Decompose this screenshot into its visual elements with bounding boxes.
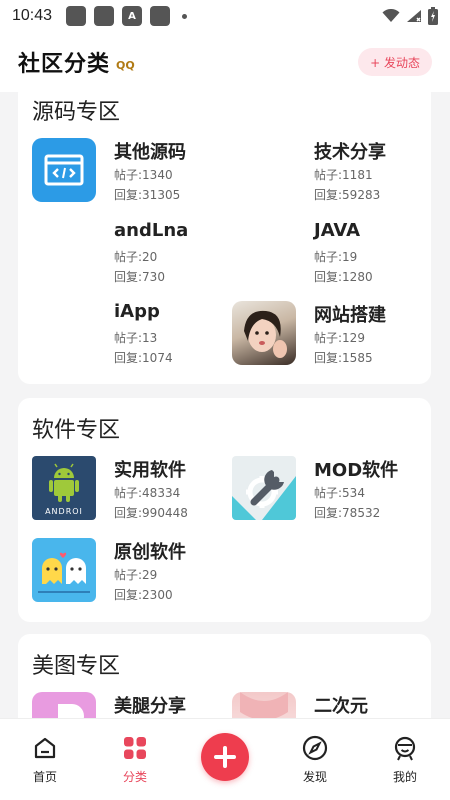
battery-icon — [428, 7, 438, 25]
post-count: 帖子:534 — [314, 486, 365, 500]
section-title: 源码专区 — [32, 100, 121, 125]
category-name: iApp — [114, 301, 160, 322]
section-card-source: 源码专区 其他源码 帖子:1340 回复:31305 技术分享 帖子:1181 … — [18, 92, 431, 384]
category-name: andLna — [114, 220, 189, 241]
post-count: 帖子:129 — [314, 331, 365, 345]
post-count: 帖子:1181 — [314, 168, 373, 182]
create-post-button[interactable] — [201, 733, 249, 781]
category-name: MOD软件 — [314, 460, 399, 481]
nav-home[interactable]: 首页 — [10, 735, 80, 785]
nav-category[interactable]: 分类 — [100, 735, 170, 785]
section-title: 美图专区 — [32, 654, 121, 679]
category-name: 网站搭建 — [314, 305, 386, 326]
category-name: JAVA — [314, 220, 361, 241]
category-icon — [124, 737, 146, 759]
reply-count: 回复:2300 — [114, 588, 173, 602]
reply-count: 回复:1280 — [314, 270, 373, 284]
category-item[interactable]: ANDROI 实用软件 帖子:48334 回复:990448 — [32, 456, 232, 528]
post-count: 帖子:1340 — [114, 168, 173, 182]
nav-label: 分类 — [122, 770, 147, 784]
reply-count: 回复:990448 — [114, 506, 188, 520]
page-title: 社区分类 — [18, 52, 111, 77]
home-icon — [34, 737, 56, 759]
category-list[interactable]: 源码专区 其他源码 帖子:1340 回复:31305 技术分享 帖子:1181 … — [0, 92, 450, 718]
qq-badge-icon: QQ — [116, 58, 135, 72]
reply-count: 回复:730 — [114, 270, 165, 284]
category-name: 二次元 — [314, 696, 368, 717]
compass-icon — [302, 735, 328, 761]
post-count: 帖子:48334 — [114, 486, 181, 500]
plus-icon — [214, 746, 236, 768]
profile-icon — [394, 736, 416, 761]
post-count: 帖子:29 — [114, 568, 158, 582]
reply-count: 回复:59283 — [314, 188, 381, 202]
category-item[interactable]: JAVA 帖子:19 回复:1280 — [232, 220, 432, 292]
reply-count: 回复:78532 — [314, 506, 381, 520]
category-item[interactable]: 网站搭建 帖子:129 回复:1585 — [232, 301, 432, 373]
portrait-photo — [232, 301, 296, 365]
notification-icon — [66, 6, 87, 26]
post-count: 帖子:20 — [114, 250, 158, 264]
notification-icon — [150, 6, 171, 26]
category-item[interactable]: 其他源码 帖子:1340 回复:31305 — [32, 138, 232, 210]
category-item[interactable]: 二次元 — [232, 692, 432, 718]
bottom-navigation: 首页 分类 发现 我的 — [0, 718, 450, 800]
more-notifications-icon — [182, 13, 188, 19]
app-header: 社区分类 QQ + 发动态 — [0, 32, 450, 92]
category-name: 原创软件 — [114, 542, 186, 563]
section-title: 软件专区 — [32, 418, 121, 443]
category-item[interactable]: 技术分享 帖子:1181 回复:59283 — [232, 138, 432, 210]
category-item[interactable]: 原创软件 帖子:29 回复:2300 — [32, 538, 232, 610]
section-card-photos: 美图专区 美腿分享 二次元 — [18, 634, 431, 718]
nav-label: 首页 — [32, 770, 57, 784]
anime-photo — [232, 692, 296, 718]
notification-a-icon: A — [122, 6, 143, 26]
code-window-icon — [32, 138, 96, 202]
category-item[interactable]: MOD软件 帖子:534 回复:78532 — [232, 456, 432, 528]
nav-discover[interactable]: 发现 — [280, 735, 350, 785]
nav-profile[interactable]: 我的 — [370, 735, 440, 785]
post-count: 帖子:19 — [314, 250, 358, 264]
status-time: 10:43 — [12, 7, 53, 24]
post-update-button[interactable]: + 发动态 — [358, 48, 432, 76]
reply-count: 回复:1585 — [314, 351, 373, 365]
notification-icon — [94, 6, 115, 26]
ghost-couple-icon — [32, 538, 96, 602]
category-name: 实用软件 — [114, 460, 186, 481]
purple-logo-icon — [32, 692, 96, 718]
category-item[interactable]: 美腿分享 — [32, 692, 232, 718]
category-name: 美腿分享 — [114, 696, 186, 717]
svg-text:ANDROI: ANDROI — [45, 507, 83, 516]
category-name: 其他源码 — [114, 142, 186, 163]
category-item[interactable]: andLna 帖子:20 回复:730 — [32, 220, 232, 292]
category-item[interactable]: iApp 帖子:13 回复:1074 — [32, 301, 232, 373]
signal-icon — [407, 10, 421, 22]
wrench-gear-icon — [232, 456, 296, 520]
category-name: 技术分享 — [314, 142, 386, 163]
nav-label: 我的 — [392, 770, 417, 784]
reply-count: 回复:31305 — [114, 188, 181, 202]
wifi-icon — [382, 9, 400, 22]
post-count: 帖子:13 — [114, 331, 158, 345]
section-card-software: 软件专区 ANDROI 实用软件 帖子:48334 回复:990448 MOD软… — [18, 398, 431, 622]
reply-count: 回复:1074 — [114, 351, 173, 365]
status-bar: 10:43 A — [0, 0, 450, 32]
nav-label: 发现 — [302, 770, 327, 784]
android-robot-icon: ANDROI — [32, 456, 96, 520]
